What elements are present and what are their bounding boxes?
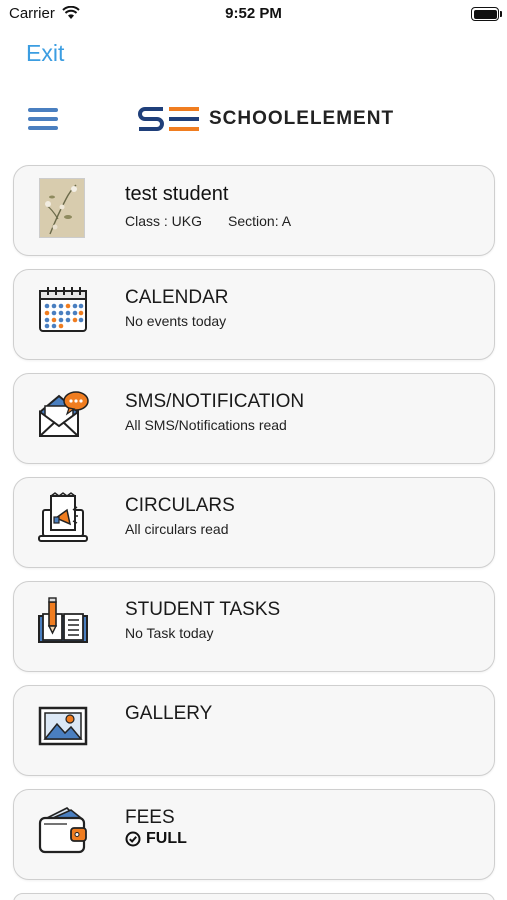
student-class: Class : UKG — [125, 213, 203, 229]
student-tasks-subtitle: No Task today — [125, 625, 214, 641]
sms-notification-card[interactable]: SMS/NOTIFICATION All SMS/Notifications r… — [13, 373, 495, 464]
brand-logo: SCHOOLELEMENT — [137, 106, 394, 132]
student-photo — [39, 178, 85, 238]
student-name: test student — [125, 183, 229, 205]
schoolelement-logo-icon — [138, 107, 199, 131]
clock: 9:52 PM — [225, 5, 282, 22]
circulars-title: CIRCULARS — [125, 495, 235, 516]
wallet-icon — [38, 807, 87, 854]
student-photo-image — [40, 179, 84, 237]
student-tasks-card[interactable]: STUDENT TASKS No Task today — [13, 581, 495, 672]
dashboard-card-list: test student Class : UKG Section: A CALEN… — [13, 165, 495, 900]
exit-button[interactable]: Exit — [26, 40, 64, 67]
brand-name: SCHOOLELEMENT — [209, 108, 395, 129]
fees-title: FEES — [125, 807, 175, 828]
circulars-subtitle: All circulars read — [125, 521, 229, 537]
hamburger-menu-icon[interactable] — [28, 108, 58, 132]
app-header: SCHOOLELEMENT — [0, 98, 507, 142]
student-tasks-title: STUDENT TASKS — [125, 599, 281, 620]
student-section: Section: A — [228, 213, 292, 229]
battery-tip — [500, 11, 502, 17]
fees-card[interactable]: FEES FULL — [13, 789, 495, 880]
status-bar: Carrier 9:52 PM — [0, 0, 507, 30]
calendar-title: CALENDAR — [125, 287, 229, 308]
calendar-card[interactable]: CALENDAR No events today — [13, 269, 495, 360]
fees-status: FULL — [125, 830, 187, 848]
gallery-picture-icon — [38, 706, 88, 746]
battery-icon — [471, 7, 499, 21]
gallery-title: GALLERY — [125, 703, 213, 724]
check-circle-icon — [125, 831, 141, 847]
student-class-section: Class : UKG Section: A — [125, 213, 317, 229]
circulars-icon — [38, 492, 88, 542]
calendar-subtitle: No events today — [125, 313, 227, 329]
notification-envelope-icon — [39, 391, 89, 437]
calendar-icon — [39, 287, 87, 332]
circulars-card[interactable]: CIRCULARS All circulars read — [13, 477, 495, 568]
fees-status-text: FULL — [146, 830, 187, 847]
tasks-book-icon — [38, 597, 88, 643]
sms-notification-title: SMS/NOTIFICATION — [125, 391, 305, 412]
gallery-card[interactable]: GALLERY — [13, 685, 495, 776]
sms-notification-subtitle: All SMS/Notifications read — [125, 417, 287, 433]
next-card-partial[interactable] — [13, 893, 495, 900]
student-profile-card[interactable]: test student Class : UKG Section: A — [13, 165, 495, 256]
